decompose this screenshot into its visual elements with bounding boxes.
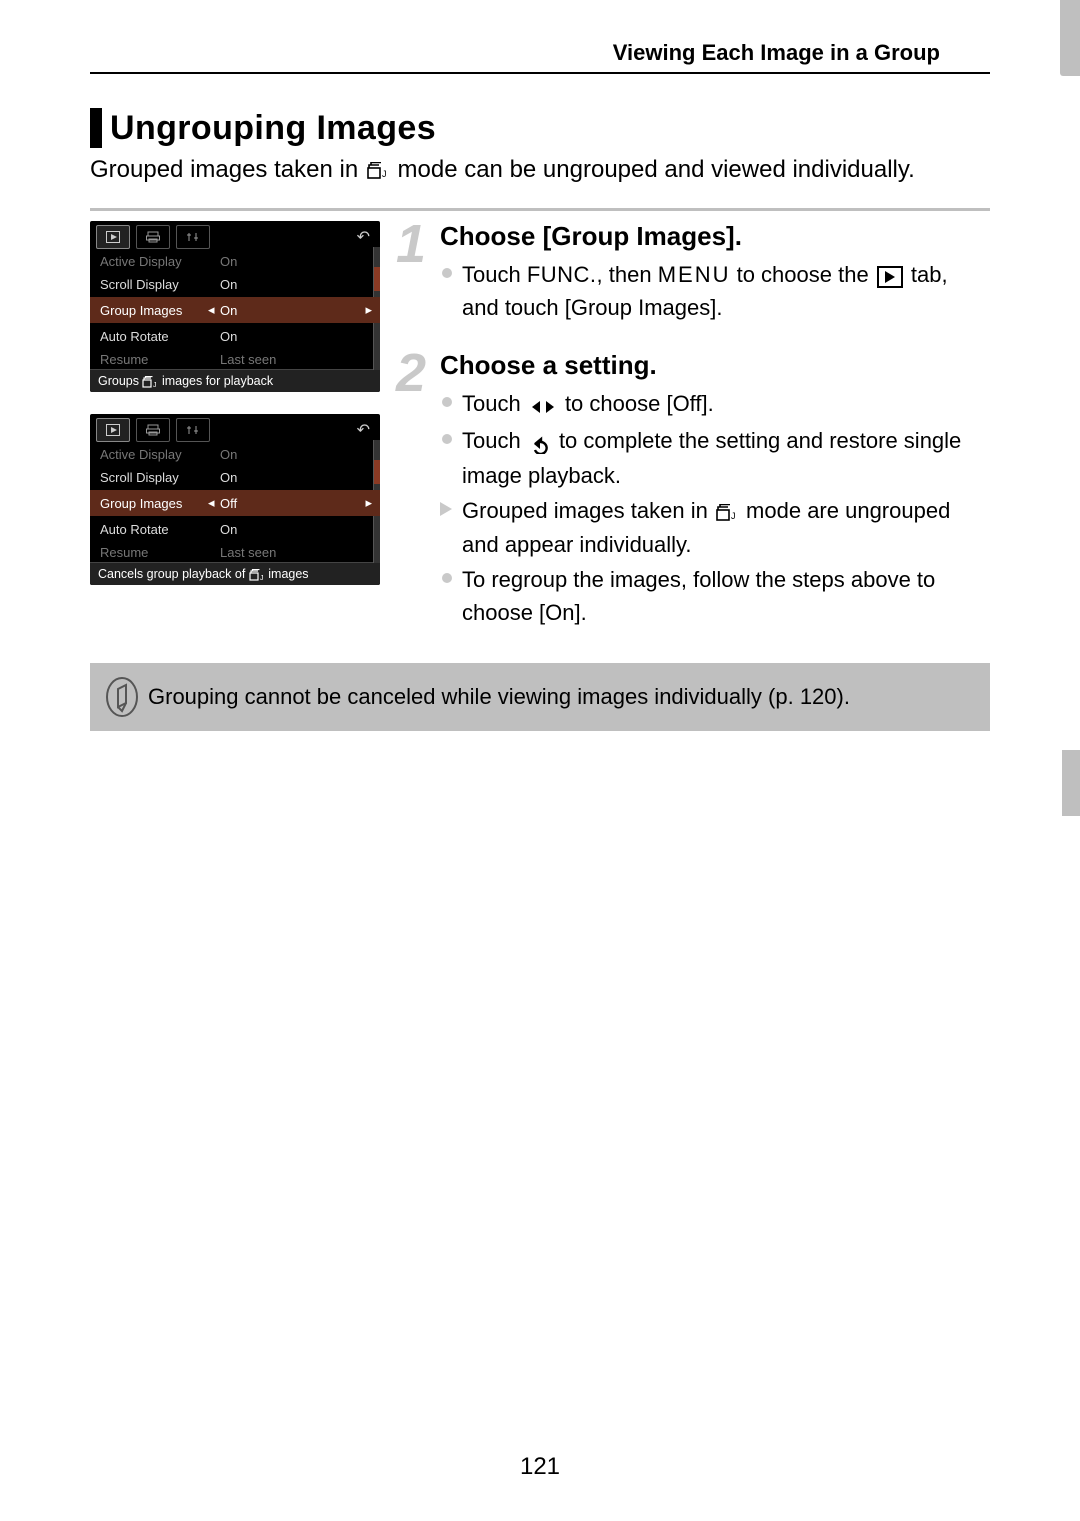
top-tab-mark [1060,0,1080,76]
ss-menu-row: Active DisplayOn [90,444,380,464]
section-bar [90,108,102,148]
intro-before: Grouped images taken in [90,156,365,183]
page-number: 121 [0,1453,1080,1481]
left-right-arrows-icon [530,389,556,422]
step-number: 1 [396,213,426,275]
ss-row-label: Auto Rotate [100,329,220,344]
ss-row-label: Resume [100,545,220,560]
ss-row-value: Last seen [220,545,370,560]
ss-tab-bar: ↶ [90,414,380,444]
ss-right-arrow-icon: ▸ [365,302,372,318]
header-rule [90,72,990,74]
burst-mode-icon: J [142,374,158,388]
camera-screenshot-2: ↶Active DisplayOnScroll DisplayOnGroup I… [90,414,380,585]
ss-row-label: Scroll Display [100,470,220,485]
ss-menu-row: Auto RotateOn [90,323,380,349]
ss-menu-row: ResumeLast seen [90,349,380,369]
playback-tab-icon [877,266,903,288]
svg-text:J: J [731,511,736,521]
ss-return-icon: ↶ [357,420,374,440]
side-tab-mark [1062,750,1080,816]
left-column: ↶Active DisplayOnScroll DisplayOnGroup I… [90,221,400,655]
menu-text-icon: MENU [658,262,731,287]
note-text: Grouping cannot be canceled while viewin… [148,684,850,710]
step-bullet: To regroup the images, follow the steps … [440,563,990,629]
page-header: Viewing Each Image in a Group [90,40,990,66]
ss-row-value: On [220,470,370,485]
right-column: 1Choose [Group Images].Touch FUNC., then… [400,221,990,655]
ss-row-value: On [220,254,370,269]
step-block: 2Choose a setting.Touch to choose [Off].… [440,350,990,629]
ss-tab-play-icon [96,418,130,442]
ss-tab-play-icon [96,225,130,249]
note-box: Grouping cannot be canceled while viewin… [90,663,990,731]
step-title: Choose a setting. [440,350,990,381]
step-bullet: Touch to choose [Off]. [440,387,990,422]
page-content: Viewing Each Image in a Group Ungrouping… [90,40,990,731]
step-bullet: Grouped images taken in J mode are ungro… [440,494,990,562]
step-number: 2 [396,342,426,404]
ss-row-value: Last seen [220,352,370,367]
ss-menu-row: Group Images◂ Off▸ [90,490,380,516]
step-bullet: Touch FUNC., then MENU to choose the tab… [440,258,990,324]
svg-text:J: J [153,382,157,388]
step-bullets: Touch FUNC., then MENU to choose the tab… [440,258,990,324]
ss-hint-text: Groups J images for playback [90,369,380,392]
burst-mode-icon: J [716,494,738,527]
ss-row-value: Off [220,496,370,511]
ss-row-label: Scroll Display [100,277,220,292]
ss-menu-row: Scroll DisplayOn [90,271,380,297]
intro-text: Grouped images taken in J mode can be un… [90,154,990,186]
ss-row-label: Group Images [100,496,220,511]
ss-tab-bar: ↶ [90,221,380,251]
return-icon [529,426,551,459]
ss-row-label: Resume [100,352,220,367]
ss-menu-row: Group Images◂ On▸ [90,297,380,323]
ss-row-value: On [220,522,370,537]
ss-right-arrow-icon: ▸ [365,495,372,511]
svg-text:J: J [260,575,264,581]
note-pencil-icon [104,675,148,719]
svg-text:J: J [382,169,387,179]
ss-row-label: Active Display [100,254,220,269]
ss-left-arrow-icon: ◂ [208,302,215,318]
ss-left-arrow-icon: ◂ [208,495,215,511]
ss-row-value: On [220,277,370,292]
ss-menu-row: Scroll DisplayOn [90,464,380,490]
step-block: 1Choose [Group Images].Touch FUNC., then… [440,221,990,324]
ss-row-value: On [220,329,370,344]
ss-hint-text: Cancels group playback of J images [90,562,380,585]
ss-tab-print-icon [136,418,170,442]
step-bullets: Touch to choose [Off].Touch to complete … [440,387,990,629]
ss-row-label: Auto Rotate [100,522,220,537]
ss-tab-print-icon [136,225,170,249]
ss-row-value: On [220,303,370,318]
content-row: ↶Active DisplayOnScroll DisplayOnGroup I… [90,221,990,655]
step-title: Choose [Group Images]. [440,221,990,252]
section-title: Ungrouping Images [110,109,436,148]
section-title-row: Ungrouping Images [90,108,990,148]
ss-menu-row: ResumeLast seen [90,542,380,562]
ss-row-label: Group Images [100,303,220,318]
camera-screenshot-1: ↶Active DisplayOnScroll DisplayOnGroup I… [90,221,380,392]
step-bullet: Touch to complete the setting and restor… [440,424,990,492]
intro-after: mode can be ungrouped and viewed individ… [398,156,915,183]
ss-tab-tools-icon [176,225,210,249]
ss-tab-tools-icon [176,418,210,442]
ss-menu-row: Auto RotateOn [90,516,380,542]
func-text-icon: FUNC. [527,262,597,287]
section-divider [90,208,990,211]
burst-mode-icon: J [367,155,389,185]
ss-return-icon: ↶ [357,227,374,247]
ss-menu-row: Active DisplayOn [90,251,380,271]
burst-mode-icon: J [249,567,265,581]
ss-row-value: On [220,447,370,462]
ss-row-label: Active Display [100,447,220,462]
